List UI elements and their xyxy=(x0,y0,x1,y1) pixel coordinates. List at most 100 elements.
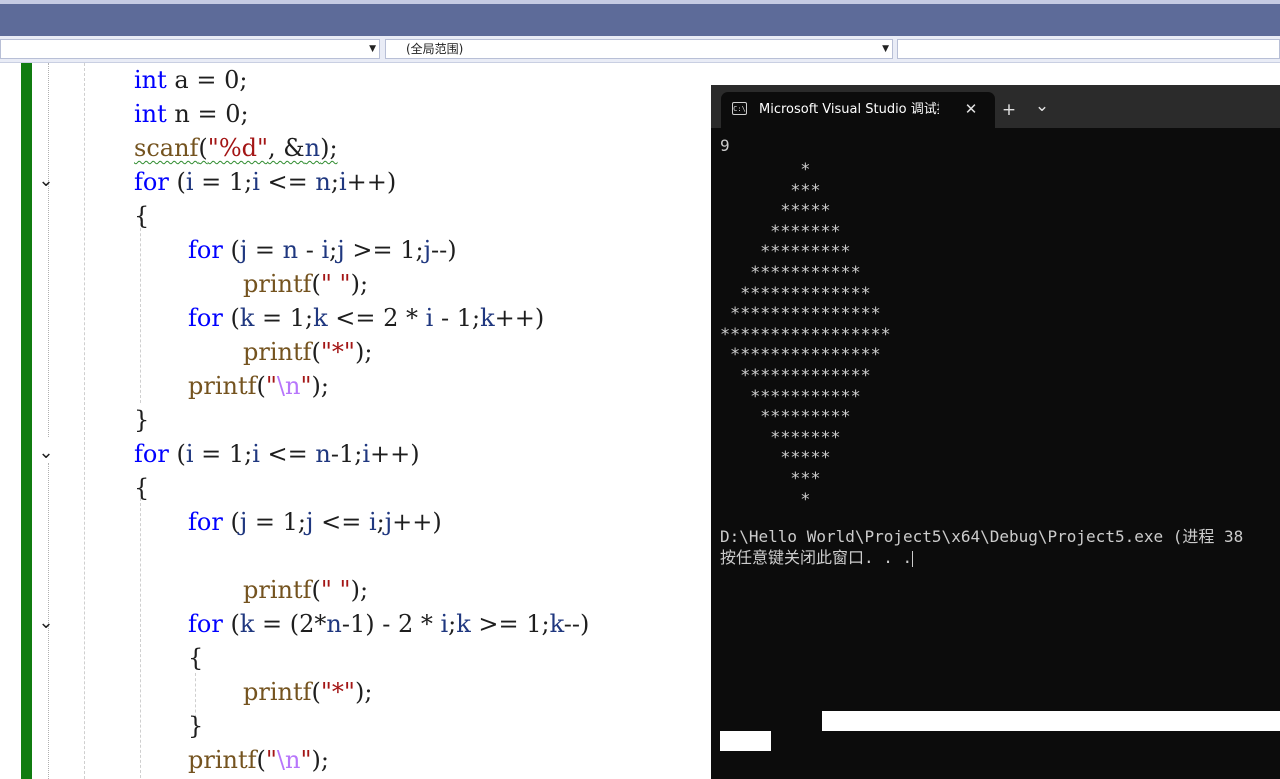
code-line[interactable]: int a = 0; xyxy=(134,63,247,97)
code-text: ++) xyxy=(370,440,420,468)
code-text: = 1; xyxy=(193,168,253,196)
code-editor[interactable]: ⌄ ⌄ ⌄ int a = 0; int n = 0; scanf("%d", … xyxy=(0,63,712,779)
keyword: for xyxy=(188,610,223,638)
console-output-row: ************* xyxy=(720,283,871,304)
console-tab-title: Microsoft Visual Studio 调试控制台 xyxy=(759,102,939,117)
code-line[interactable]: for (j = n - i;j >= 1;j--) xyxy=(188,233,457,267)
code-text: ( xyxy=(222,236,240,264)
variable: i xyxy=(338,168,347,196)
indent-guide xyxy=(84,63,85,779)
code-line[interactable]: for (i = 1;i <= n-1;i++) xyxy=(134,437,420,471)
string-literal: " " xyxy=(320,576,351,604)
console-exit-message: D:\Hello World\Project5\x64\Debug\Projec… xyxy=(720,527,1244,546)
code-text: ( xyxy=(168,168,186,196)
console-output-row: *** xyxy=(720,180,821,201)
function-name: printf xyxy=(243,576,312,604)
code-text: ); xyxy=(320,134,338,162)
close-icon[interactable]: ✕ xyxy=(961,99,981,119)
string-literal: "*" xyxy=(320,338,355,366)
code-text: -1; xyxy=(330,440,363,468)
keyword: for xyxy=(134,168,169,196)
function-name: printf xyxy=(243,678,312,706)
code-line[interactable]: scanf("%d", &n); xyxy=(134,131,338,165)
variable: k xyxy=(456,610,471,638)
chevron-down-icon[interactable]: ▼ xyxy=(369,41,376,57)
chevron-down-icon[interactable]: ⌄ xyxy=(1030,95,1054,117)
code-text: = 1; xyxy=(254,304,314,332)
code-text: ); xyxy=(354,678,373,706)
debug-console-window[interactable]: C:\ Microsoft Visual Studio 调试控制台 ✕ + ⌄ … xyxy=(711,85,1280,779)
variable: i xyxy=(440,610,449,638)
chevron-down-icon[interactable]: ▼ xyxy=(882,41,889,57)
indent-guide xyxy=(140,498,141,778)
code-text: --) xyxy=(563,610,590,638)
code-line[interactable]: int n = 0; xyxy=(134,97,249,131)
code-line[interactable]: } xyxy=(134,403,149,437)
code-line[interactable]: printf("\n"); xyxy=(188,743,329,777)
code-line[interactable]: for (k = (2*n-1) - 2 * i;k >= 1;k--) xyxy=(188,607,589,641)
variable: j xyxy=(337,236,345,264)
variable: i xyxy=(185,440,194,468)
code-text: ( xyxy=(168,440,186,468)
redaction-bar xyxy=(822,711,1280,731)
warning-squiggle: scanf("%d", &n); xyxy=(134,134,338,162)
console-output-row: *************** xyxy=(720,345,881,366)
scope-dropdown[interactable]: (全局范围) ▼ xyxy=(385,39,893,59)
navigation-bar: ▼ (全局范围) ▼ xyxy=(0,36,1280,63)
code-text: ( xyxy=(256,372,266,400)
code-line[interactable]: for (i = 1;i <= n;i++) xyxy=(134,165,396,199)
collapse-chevron-icon[interactable]: ⌄ xyxy=(35,442,57,464)
code-text: a = 0; xyxy=(166,66,248,94)
variable: n xyxy=(315,168,331,196)
code-line[interactable]: printf("\n"); xyxy=(188,369,329,403)
code-text: ( xyxy=(311,678,321,706)
variable: n xyxy=(326,610,342,638)
string-literal: "%d" xyxy=(207,134,269,162)
text-cursor xyxy=(912,550,914,567)
string-literal: " xyxy=(265,746,277,774)
console-tab[interactable]: C:\ Microsoft Visual Studio 调试控制台 ✕ xyxy=(721,92,995,128)
code-line[interactable]: } xyxy=(188,709,203,743)
member-dropdown[interactable] xyxy=(897,39,1280,59)
code-text: ( xyxy=(311,338,321,366)
new-tab-button[interactable]: + xyxy=(997,99,1021,121)
variable: k xyxy=(313,304,328,332)
code-text: ; xyxy=(330,168,339,196)
variable: k xyxy=(239,610,255,638)
code-text: >= 1; xyxy=(470,610,550,638)
variable: k xyxy=(239,304,255,332)
collapse-chevron-icon[interactable]: ⌄ xyxy=(35,612,57,634)
code-text: ); xyxy=(311,746,329,774)
code-line[interactable]: printf("*"); xyxy=(243,335,372,369)
code-text: ++) xyxy=(392,508,442,536)
code-line[interactable]: { xyxy=(134,199,149,233)
string-literal: " " xyxy=(320,270,351,298)
code-text: = xyxy=(247,236,283,264)
console-prompt-text: 按任意键关闭此窗口. . . xyxy=(720,548,913,567)
console-input-echo: 9 xyxy=(720,136,730,155)
collapse-chevron-icon[interactable]: ⌄ xyxy=(35,170,57,192)
code-text: ( xyxy=(222,304,240,332)
close-brace: } xyxy=(188,712,204,740)
code-line[interactable]: printf("*"); xyxy=(243,675,372,709)
code-text: <= xyxy=(259,440,316,468)
code-text: = (2* xyxy=(254,610,327,638)
console-output[interactable]: 9 D:\Hello World\Project5\x64\Debug\Proj… xyxy=(711,128,1280,779)
code-line[interactable]: { xyxy=(188,641,203,675)
console-output-row: * xyxy=(720,489,811,510)
code-text: ++) xyxy=(346,168,397,196)
code-line[interactable]: printf(" "); xyxy=(243,573,368,607)
code-line[interactable]: for (k = 1;k <= 2 * i - 1;k++) xyxy=(188,301,544,335)
code-line[interactable]: { xyxy=(134,471,149,505)
console-output-row: *********** xyxy=(720,386,861,407)
code-line[interactable]: for (j = 1;j <= i;j++) xyxy=(188,505,442,539)
console-output-row: ******* xyxy=(720,221,841,242)
project-dropdown[interactable]: ▼ xyxy=(0,39,380,59)
code-text: = 1; xyxy=(247,508,306,536)
function-name: printf xyxy=(243,338,312,366)
code-text: <= 2 * xyxy=(327,304,426,332)
ide-title-bar xyxy=(0,0,1280,36)
code-text: ); xyxy=(350,576,369,604)
code-line[interactable]: printf(" "); xyxy=(243,267,368,301)
code-text: ( xyxy=(311,270,321,298)
